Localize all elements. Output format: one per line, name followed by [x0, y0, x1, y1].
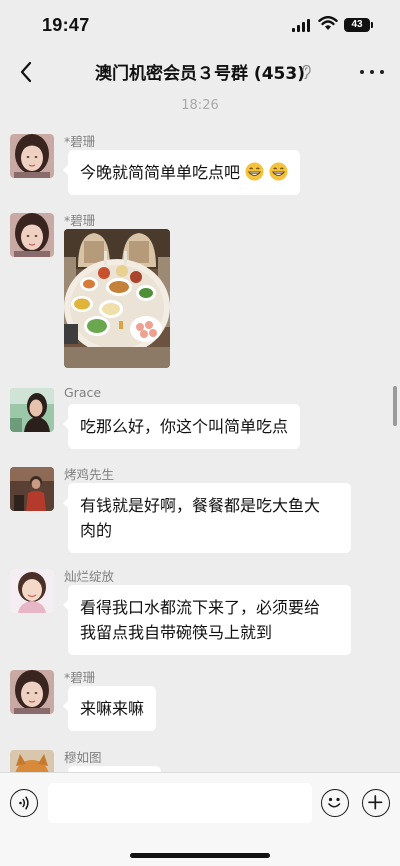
message-bubble[interactable]: 有钱就是好啊，餐餐都是吃大鱼大 肉的: [63, 483, 351, 553]
sender-name: *碧珊: [64, 213, 96, 228]
battery-icon: 43: [344, 18, 373, 32]
chat-area[interactable]: 18:26 *碧珊 今晚就简简单单吃点吧 *碧珊 Grace 吃那么好，你这个叫…: [0, 94, 400, 772]
message-text-line: 我留点我自带碗筷马上就到: [80, 623, 273, 642]
message-text: 来嘛来嘛: [80, 699, 145, 718]
plus-icon: [368, 795, 383, 810]
avatar[interactable]: [10, 388, 54, 432]
avatar[interactable]: [10, 134, 54, 178]
emoji-button[interactable]: [321, 789, 349, 817]
home-indicator: [130, 853, 270, 858]
back-button[interactable]: [12, 58, 40, 86]
chevron-left-icon: [20, 61, 32, 83]
grinning-face-icon: [245, 162, 264, 181]
sender-name: 烤鸡先生: [64, 467, 115, 482]
message-text-line: 肉的: [80, 521, 113, 540]
avatar[interactable]: [10, 213, 54, 257]
plus-button[interactable]: [362, 789, 390, 817]
sender-name: 穆如图: [64, 750, 102, 765]
voice-button[interactable]: [10, 789, 38, 817]
chat-title: 澳门机密会员３号群 (453): [95, 64, 305, 84]
message-bubble[interactable]: 来嘛来嘛: [62, 686, 157, 731]
message-text-line: 有钱就是好啊，餐餐都是吃大鱼大: [80, 496, 321, 515]
voice-icon: [19, 796, 29, 810]
nav-bar: 澳门机密会员３号群 (453): [0, 50, 400, 94]
avatar[interactable]: [10, 569, 54, 613]
message-bubble[interactable]: 今晚就简简单单吃点吧: [62, 150, 301, 195]
scrollbar-thumb[interactable]: [393, 386, 397, 426]
message-text-line: 看得我口水都流下来了，必须要给: [80, 598, 321, 617]
status-time: 19:47: [42, 15, 90, 35]
ear-icon: [302, 64, 311, 80]
message-input[interactable]: [48, 783, 312, 823]
smile-icon: [328, 797, 341, 808]
avatar[interactable]: [10, 467, 54, 511]
input-bar: [0, 772, 400, 866]
message-bubble[interactable]: 看得我口水都流下来了，必须要给 我留点我自带碗筷马上就到: [63, 585, 351, 655]
message-bubble[interactable]: 吃那么好，你这个叫简单吃点: [62, 404, 301, 449]
sender-name: 灿烂绽放: [64, 569, 115, 584]
sender-name: *碧珊: [64, 134, 96, 149]
message-text: 吃那么好，你这个叫简单吃点: [80, 417, 289, 436]
message-text: 今晚就简简单单吃点吧: [80, 163, 241, 182]
signal-icon: [292, 19, 310, 32]
avatar[interactable]: [10, 750, 54, 772]
grinning-face-icon: [269, 162, 288, 181]
more-button[interactable]: [360, 62, 384, 82]
status-bar: 19:47 43: [0, 0, 400, 50]
battery-level: 43: [351, 19, 363, 30]
avatar[interactable]: [10, 670, 54, 714]
sender-name: Grace: [64, 385, 102, 400]
dinner-table-photo[interactable]: [64, 229, 170, 368]
wifi-icon: [318, 16, 338, 30]
message-timestamp: 18:26: [181, 98, 219, 113]
sender-name: *碧珊: [64, 670, 96, 685]
